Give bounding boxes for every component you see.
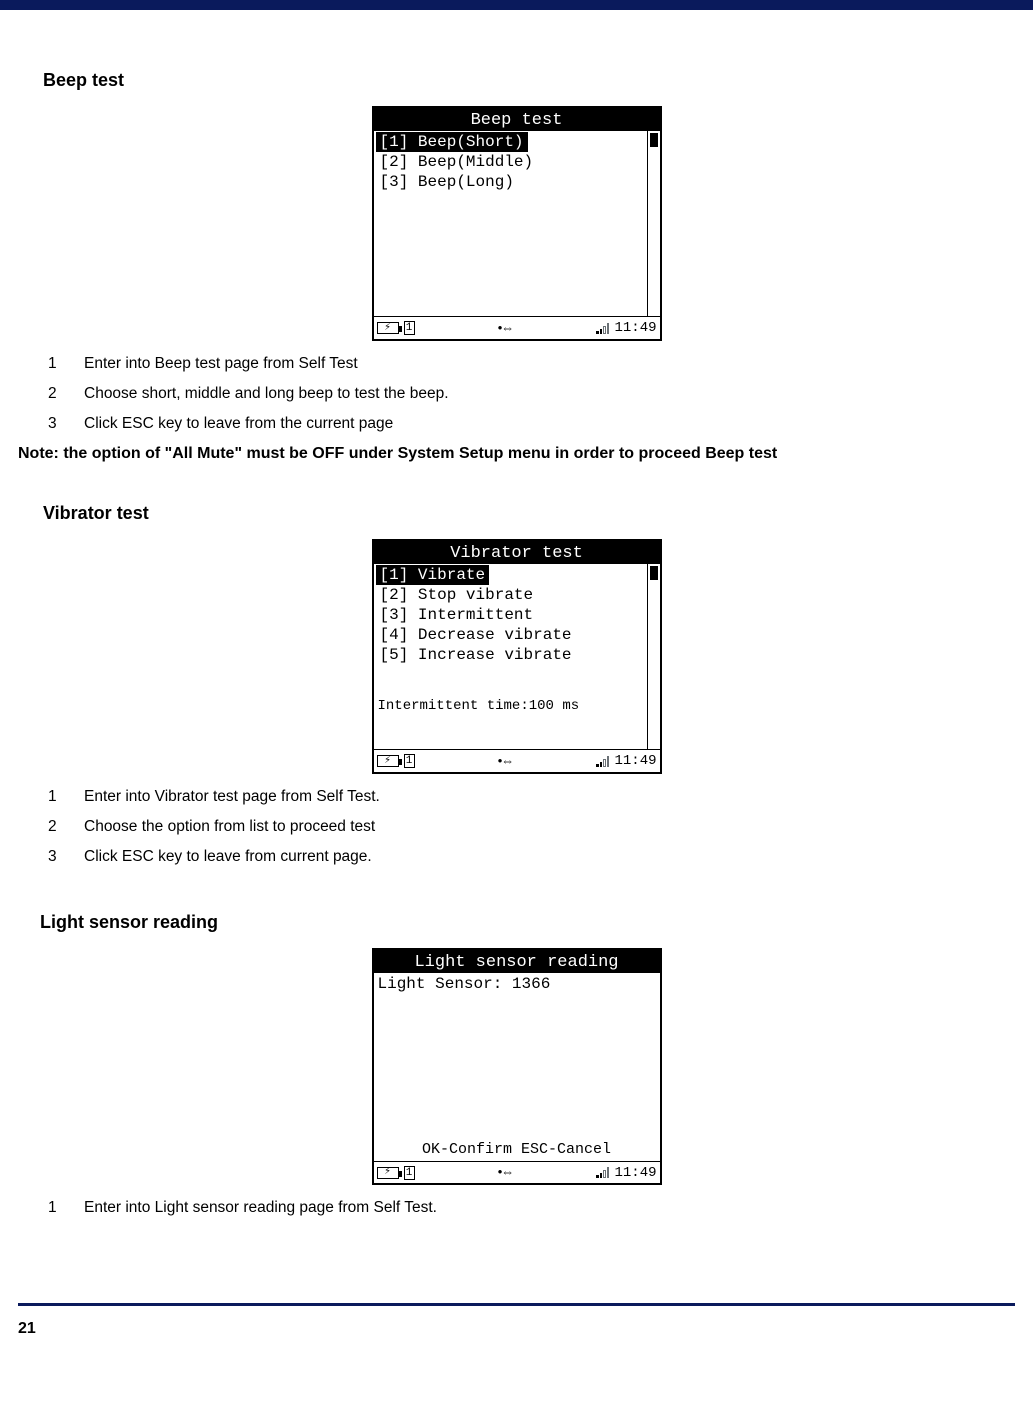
scrollbar xyxy=(647,564,660,749)
device-title: Light sensor reading xyxy=(374,950,660,973)
status-bar: ⚡ 1 •⇔ 11:49 xyxy=(374,750,660,772)
connector-icon: •⇔ xyxy=(498,753,514,768)
device-screen-beep: Beep test [1] Beep(Short) [2] Beep(Middl… xyxy=(372,106,662,341)
step-number: 3 xyxy=(48,415,62,433)
battery-icon: ⚡ xyxy=(377,755,399,767)
clock-text: 11:49 xyxy=(614,1165,656,1181)
page-index-icon: 1 xyxy=(404,754,415,768)
steps-list-vibrator: 1 Enter into Vibrator test page from Self… xyxy=(48,782,1015,872)
menu-item: [3] Intermittent xyxy=(376,605,658,625)
device-title: Vibrator test xyxy=(374,541,660,564)
heading-beep-test: Beep test xyxy=(43,70,1015,91)
sensor-value-text: Light Sensor: 1366 xyxy=(374,973,660,1138)
clock-text: 11:49 xyxy=(614,320,656,336)
menu-item: [2] Stop vibrate xyxy=(376,585,658,605)
device-screen-vibrator: Vibrator test [1] Vibrate [2] Stop vibra… xyxy=(372,539,662,774)
battery-icon: ⚡ xyxy=(377,1167,399,1179)
step-number: 1 xyxy=(48,788,62,806)
extra-info-text: Intermittent time:100 ms xyxy=(374,696,660,716)
step-text: Click ESC key to leave from the current … xyxy=(84,415,393,433)
battery-icon: ⚡ xyxy=(377,322,399,334)
signal-icon xyxy=(596,1167,610,1178)
step-number: 2 xyxy=(48,818,62,836)
menu-item: [2] Beep(Middle) xyxy=(376,152,658,172)
signal-icon xyxy=(596,756,610,767)
hint-text: OK-Confirm ESC-Cancel xyxy=(374,1138,660,1161)
step-text: Enter into Light sensor reading page fro… xyxy=(84,1199,437,1217)
menu-item: [3] Beep(Long) xyxy=(376,172,658,192)
status-bar: ⚡ 1 •⇔ 11:49 xyxy=(374,317,660,339)
menu-item: [1] Beep(Short) xyxy=(376,132,528,152)
document-page: Beep test Beep test [1] Beep(Short) [2] … xyxy=(0,70,1033,1386)
step-number: 3 xyxy=(48,848,62,866)
step-number: 1 xyxy=(48,355,62,373)
step-number: 2 xyxy=(48,385,62,403)
device-screen-light: Light sensor reading Light Sensor: 1366 … xyxy=(372,948,662,1185)
step-text: Click ESC key to leave from current page… xyxy=(84,848,372,866)
note-text: Note: the option of "All Mute" must be O… xyxy=(18,445,1015,463)
page-number: 21 xyxy=(18,1306,1015,1356)
step-text: Choose short, middle and long beep to te… xyxy=(84,385,449,403)
page-index-icon: 1 xyxy=(404,1166,415,1180)
status-bar: ⚡ 1 •⇔ 11:49 xyxy=(374,1161,660,1183)
heading-light-sensor: Light sensor reading xyxy=(40,912,1015,933)
step-text: Enter into Vibrator test page from Self … xyxy=(84,788,380,806)
menu-item: [4] Decrease vibrate xyxy=(376,625,658,645)
clock-text: 11:49 xyxy=(614,753,656,769)
signal-icon xyxy=(596,323,610,334)
menu-item: [5] Increase vibrate xyxy=(376,645,658,665)
step-text: Enter into Beep test page from Self Test xyxy=(84,355,358,373)
steps-list-beep: 1 Enter into Beep test page from Self Tes… xyxy=(48,349,1015,439)
menu-item: [1] Vibrate xyxy=(376,565,490,585)
device-title: Beep test xyxy=(374,108,660,131)
step-text: Choose the option from list to proceed t… xyxy=(84,818,375,836)
top-bar xyxy=(0,0,1033,10)
connector-icon: •⇔ xyxy=(498,320,514,335)
steps-list-light: 1 Enter into Light sensor reading page fr… xyxy=(48,1193,1015,1223)
page-index-icon: 1 xyxy=(404,321,415,335)
scrollbar xyxy=(647,131,660,316)
step-number: 1 xyxy=(48,1199,62,1217)
heading-vibrator-test: Vibrator test xyxy=(43,503,1015,524)
connector-icon: •⇔ xyxy=(498,1164,514,1179)
